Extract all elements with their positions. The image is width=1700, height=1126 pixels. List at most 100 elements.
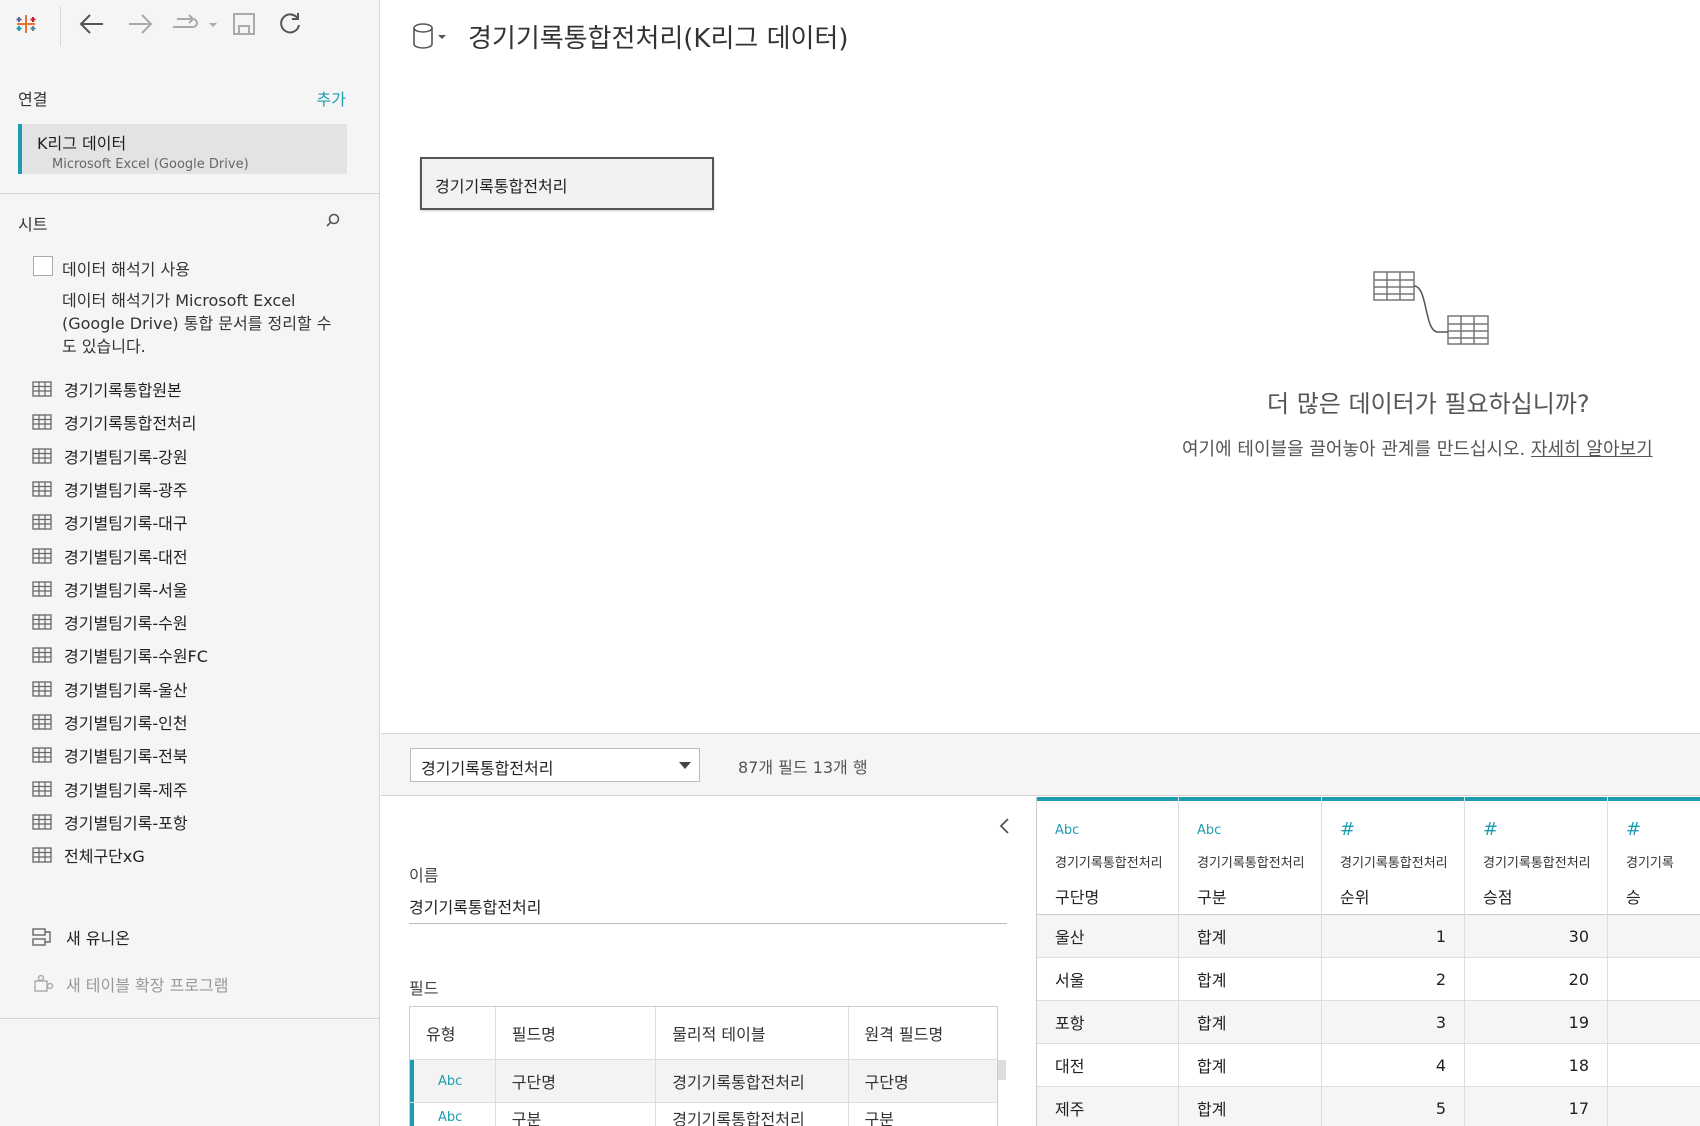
string-type-icon[interactable]: Abc (1197, 823, 1221, 838)
sheet-item[interactable]: 경기별팀기록-대전 (32, 542, 188, 570)
table-row[interactable]: Abc 구단명 경기기록통합전처리 구단명 (410, 1060, 997, 1103)
collapse-chevron-icon[interactable] (998, 816, 1010, 840)
physical-table-cell: 경기기록통합전처리 (656, 1103, 849, 1126)
table-row[interactable]: Abc 구분 경기기록통합전처리 구분 (410, 1103, 997, 1126)
sheet-item[interactable]: 경기별팀기록-포항 (32, 808, 188, 836)
toolbar (0, 0, 380, 46)
sheet-table-icon (32, 447, 52, 464)
fields-table: 유형 필드명 물리적 테이블 원격 필드명 Abc 구단명 경기기록통합전처리 … (409, 1006, 998, 1126)
name-input[interactable]: 경기기록통합전처리 (409, 888, 1007, 924)
number-type-icon[interactable]: # (1340, 819, 1355, 840)
table-select-dropdown[interactable]: 경기기록통합전처리 (410, 748, 700, 782)
connection-item[interactable]: K리그 데이터 Microsoft Excel (Google Drive) (18, 124, 347, 174)
sheet-item[interactable]: 경기별팀기록-대구 (32, 508, 188, 536)
sheet-item-label: 경기별팀기록-인천 (64, 714, 188, 733)
string-type-icon[interactable]: Abc (1055, 823, 1079, 838)
grid-column-name: 구단명 (1055, 888, 1100, 907)
column-header-field-name[interactable]: 필드명 (496, 1007, 657, 1059)
union-icon (32, 928, 51, 946)
new-union-label: 새 유니온 (66, 929, 130, 948)
grid-column-header[interactable]: # 경기기록통합전처리승점 (1465, 797, 1607, 915)
grid-cell: 합계 (1179, 1087, 1321, 1126)
sheet-table-icon (32, 747, 52, 763)
sheet-table-icon (32, 547, 52, 564)
save-icon[interactable] (228, 8, 260, 40)
column-header-type[interactable]: 유형 (410, 1007, 496, 1059)
grid-column-name: 승점 (1483, 888, 1513, 907)
grid-cell: 18 (1465, 1044, 1607, 1087)
grid-cell (1608, 1087, 1700, 1126)
refresh-icon[interactable] (274, 8, 306, 40)
sheet-item[interactable]: 경기별팀기록-서울 (32, 575, 188, 603)
fields-scrollbar[interactable] (998, 1060, 1006, 1080)
new-table-extension-item[interactable]: 새 테이블 확장 프로그램 (32, 972, 228, 996)
grid-cell: 울산 (1037, 915, 1178, 958)
column-header-remote-field[interactable]: 원격 필드명 (849, 1007, 997, 1059)
remote-field-cell: 구분 (864, 1109, 894, 1126)
field-name-cell[interactable]: 구분 (496, 1103, 657, 1126)
grid-column-name: 구분 (1197, 888, 1227, 907)
data-interpreter-label: 데이터 해석기 사용 (62, 260, 190, 279)
column-header-physical-table[interactable]: 물리적 테이블 (656, 1007, 849, 1059)
sheet-item[interactable]: 경기기록통합원본 (32, 375, 182, 403)
grid-column-name: 승 (1626, 888, 1641, 907)
grid-cell: 20 (1465, 958, 1607, 1001)
sheet-item[interactable]: 경기별팀기록-수원 (32, 608, 188, 636)
grid-cell: 3 (1322, 1001, 1464, 1044)
sheet-table-icon (32, 581, 52, 597)
sheet-item[interactable]: 경기별팀기록-전북 (32, 741, 188, 769)
sheet-item-label: 경기기록통합전처리 (64, 414, 197, 434)
grid-column: Abc 경기기록통합전처리 구분 합계 합계 합계 합계 합계 (1179, 797, 1322, 1126)
new-union-item[interactable]: 새 유니온 (32, 925, 130, 949)
grid-cell: 합계 (1179, 1001, 1321, 1044)
sheet-item[interactable]: 전체구단xG (32, 841, 145, 869)
grid-column: Abc 경기기록통합전처리 구단명 울산 서울 포항 대전 제주 (1037, 797, 1179, 1126)
sheet-item[interactable]: 경기별팀기록-제주 (32, 775, 188, 803)
sheet-table-icon (32, 814, 52, 830)
back-icon[interactable] (76, 8, 108, 40)
add-connection-link[interactable]: 추가 (317, 86, 346, 110)
grid-column-header[interactable]: # 경기기록 승 (1608, 797, 1700, 915)
datasource-title[interactable]: 경기기록통합전처리(K리그 데이터) (468, 18, 848, 55)
sheet-item[interactable]: 경기별팀기록-수원FC (32, 641, 208, 669)
sheet-item-label: 경기별팀기록-수원FC (64, 647, 208, 667)
sheet-item[interactable]: 경기별팀기록-인천 (32, 708, 188, 736)
tableau-logo-icon[interactable] (10, 8, 42, 40)
table-select-value: 경기기록통합전처리 (421, 759, 554, 778)
number-type-icon[interactable]: # (1483, 819, 1498, 840)
sheet-item-label: 경기별팀기록-전북 (64, 747, 188, 767)
redo-dropdown-icon[interactable] (168, 8, 220, 40)
sidebar-divider (0, 193, 380, 194)
grid-column-source: 경기기록통합전처리 (1483, 856, 1591, 871)
grid-cell: 대전 (1037, 1044, 1178, 1087)
grid-column: # 경기기록통합전처리 승점 30 20 19 18 17 (1465, 797, 1608, 1126)
string-type-icon[interactable]: Abc (410, 1103, 496, 1126)
sheet-item[interactable]: 경기별팀기록-울산 (32, 675, 188, 703)
grid-cell: 서울 (1037, 958, 1178, 1001)
sheet-item[interactable]: 경기기록통합전처리 (32, 408, 196, 436)
string-type-icon[interactable]: Abc (410, 1060, 496, 1102)
grid-column-header[interactable]: Abc 경기기록통합전처리 구단명 (1037, 797, 1178, 915)
field-name-cell[interactable]: 구단명 (496, 1060, 657, 1102)
canvas-table-card[interactable]: 경기기록통합전처리 (420, 157, 714, 210)
datasource-icon[interactable] (412, 22, 448, 56)
grid-column-header[interactable]: Abc 경기기록통합전처리 구분 (1179, 797, 1321, 915)
grid-column-header[interactable]: # 경기기록통합전처리순위 (1322, 797, 1464, 915)
sheet-item-label: 경기기록통합원본 (64, 381, 182, 400)
data-interpreter-checkbox[interactable] (33, 256, 53, 276)
forward-icon[interactable] (124, 8, 156, 40)
search-icon[interactable] (325, 212, 341, 232)
sheets-heading: 시트 (18, 215, 48, 234)
sheet-item-label: 전체구단xG (64, 847, 145, 867)
sheet-item[interactable]: 경기별팀기록-광주 (32, 475, 188, 503)
grid-column-source: 경기기록통합전처리 (1340, 856, 1448, 871)
learn-more-link[interactable]: 자세히 알아보기 (1531, 439, 1653, 460)
sheet-table-icon (32, 714, 52, 730)
number-type-icon[interactable]: # (1626, 819, 1641, 840)
new-extension-label: 새 테이블 확장 프로그램 (66, 976, 229, 995)
grid-column-name: 순위 (1340, 888, 1370, 907)
connection-source: Microsoft Excel (Google Drive) (52, 157, 249, 172)
sheet-item[interactable]: 경기별팀기록-강원 (32, 442, 188, 470)
physical-table-cell: 경기기록통합전처리 (656, 1060, 849, 1102)
grid-cell: 4 (1322, 1044, 1464, 1087)
